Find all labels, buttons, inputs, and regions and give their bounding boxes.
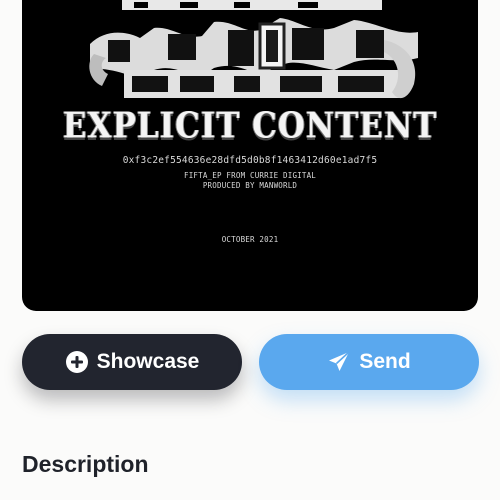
nft-detail-page: EXPLICIT CONTENT 0xf3c2ef554636e28dfd5d0… — [0, 0, 500, 500]
artwork-title-text: EXPLICIT CONTENT — [62, 105, 438, 147]
nft-artwork-image: EXPLICIT CONTENT 0xf3c2ef554636e28dfd5d0… — [22, 0, 478, 311]
artwork-date-text: OCTOBER 2021 — [221, 235, 279, 244]
artwork-logo-graphic — [89, 0, 418, 99]
artwork-credit-line-2: PRODUCED BY MANWORLD — [202, 181, 298, 190]
artwork-credit-line-1: FIFTA_EP FROM CURRIE DIGITAL — [183, 171, 317, 180]
paper-plane-icon — [327, 350, 351, 374]
plus-circle-icon — [65, 350, 89, 374]
description-heading: Description — [22, 451, 149, 477]
send-button-label: Send — [359, 350, 411, 373]
showcase-button-label: Showcase — [96, 350, 200, 373]
artwork-hash-text: 0xf3c2ef554636e28dfd5d0b8f1463412d60e1ad… — [122, 155, 378, 166]
send-button[interactable]: Send — [259, 334, 479, 390]
showcase-button[interactable]: Showcase — [22, 334, 242, 390]
